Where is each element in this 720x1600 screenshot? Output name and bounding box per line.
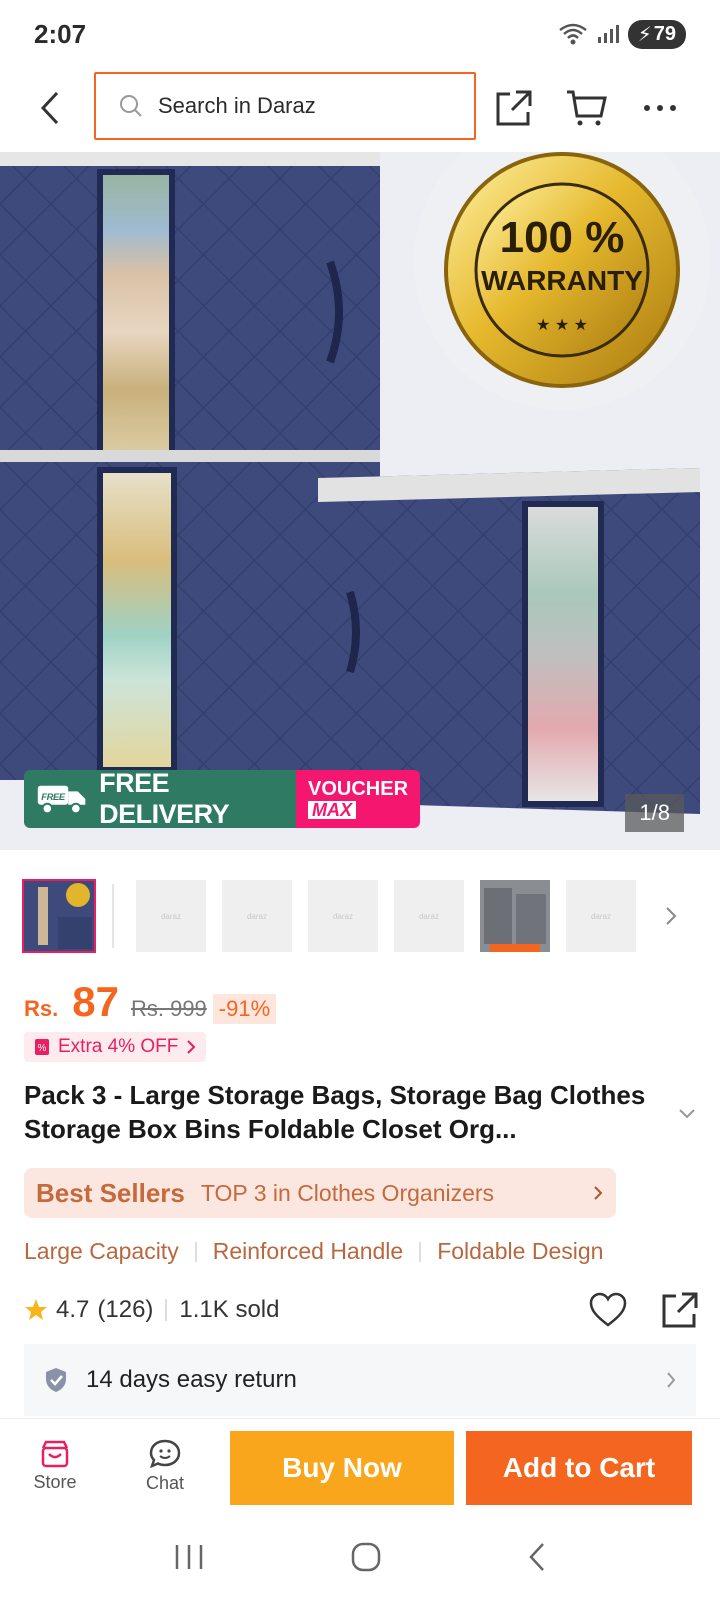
delivery-truck-icon: FREE: [37, 785, 86, 815]
wishlist-heart-icon[interactable]: [588, 1292, 628, 1328]
chevron-down-icon[interactable]: [678, 1108, 696, 1120]
share-icon: [496, 90, 532, 126]
best-sellers-banner[interactable]: Best Sellers TOP 3 in Clothes Organizers: [24, 1168, 616, 1218]
system-nav-bar: [0, 1514, 720, 1600]
share-icon[interactable]: [660, 1290, 700, 1330]
header: Search in Daraz: [0, 68, 720, 148]
feature-tags: Large Capacity Reinforced Handle Foldabl…: [24, 1238, 603, 1265]
extra-offer-badge[interactable]: % Extra 4% OFF: [24, 1032, 207, 1062]
thumbnail-1[interactable]: [22, 879, 96, 953]
shield-check-icon: [46, 1368, 66, 1392]
feature-tag: Reinforced Handle: [212, 1238, 404, 1264]
add-to-cart-button[interactable]: Add to Cart: [466, 1431, 692, 1505]
chat-icon: [149, 1439, 181, 1469]
thumbnail-6[interactable]: [480, 880, 550, 952]
chat-label: Chat: [145, 1473, 185, 1493]
chat-button[interactable]: Chat: [110, 1439, 220, 1494]
search-placeholder: Search in Daraz: [158, 93, 316, 118]
home-icon[interactable]: [350, 1541, 382, 1573]
free-delivery-text: FREE DELIVERY: [99, 770, 230, 828]
feature-tag: Foldable Design: [437, 1238, 604, 1264]
current-price: 87: [72, 978, 119, 1025]
free-delivery-badge: FREE FREE DELIVERY VOUCHER MAX: [24, 770, 420, 828]
cart-button[interactable]: [562, 84, 610, 132]
chevron-right-icon: [594, 1186, 603, 1200]
voucher-text: VOUCHER: [308, 778, 409, 800]
svg-text:★ ★ ★: ★ ★ ★: [536, 317, 588, 334]
thumbnail-strip: daraz daraz daraz daraz daraz: [22, 878, 702, 954]
more-options-button[interactable]: [636, 84, 684, 132]
price-row: Rs. 87 Rs. 999 -91%: [24, 978, 277, 1026]
chevron-right-icon[interactable]: [664, 905, 678, 927]
product-image-carousel[interactable]: 100 % WARRANTY ★ ★ ★ FREE FREE DELIVERY …: [0, 152, 720, 850]
extra-offer-text: Extra 4% OFF: [58, 1036, 179, 1057]
recent-apps-icon[interactable]: [172, 1542, 206, 1572]
thumbnail-3[interactable]: daraz: [222, 880, 292, 952]
star-icon: [25, 1299, 47, 1320]
feature-tag: Large Capacity: [24, 1238, 179, 1264]
rating-row: 4.7 (126) 1.1K sold: [24, 1290, 704, 1330]
currency-label: Rs.: [24, 996, 59, 1021]
thumbnail-image: [480, 880, 550, 952]
rating-count[interactable]: (126): [97, 1296, 153, 1324]
bottom-action-bar: Store Chat Buy Now Add to Cart: [0, 1418, 720, 1514]
share-button[interactable]: [490, 84, 538, 132]
seal-text-1: 100 %: [500, 213, 625, 262]
status-icons: ⚡ 79: [558, 19, 686, 49]
store-button[interactable]: Store: [0, 1440, 110, 1493]
product-title: Pack 3 - Large Storage Bags, Storage Bag…: [24, 1080, 646, 1144]
original-price: Rs. 999: [130, 996, 207, 1021]
discount-badge: -91%: [212, 994, 277, 1024]
return-policy-row[interactable]: 14 days easy return: [24, 1344, 696, 1416]
thumbnail-7[interactable]: daraz: [566, 880, 636, 952]
search-icon: [120, 95, 142, 117]
battery-indicator: ⚡ 79: [627, 19, 686, 49]
store-label: Store: [33, 1472, 77, 1492]
cart-icon: [567, 90, 607, 126]
svg-text:%: %: [38, 1043, 47, 1054]
thumbnail-2[interactable]: daraz: [136, 880, 206, 952]
return-policy-text: 14 days easy return: [86, 1366, 297, 1393]
chevron-right-icon: [667, 1372, 676, 1388]
charging-icon: ⚡: [637, 23, 652, 46]
back-nav-icon[interactable]: [526, 1541, 548, 1573]
back-arrow-icon: [40, 91, 59, 125]
thumbnail-4[interactable]: daraz: [308, 880, 378, 952]
thumbnail-image: [24, 881, 94, 951]
thumbnail-5[interactable]: daraz: [394, 880, 464, 952]
sold-count: 1.1K sold: [179, 1296, 280, 1323]
voucher-max-text: MAX: [308, 801, 356, 819]
search-input[interactable]: Search in Daraz: [94, 72, 476, 140]
buy-now-button[interactable]: Buy Now: [230, 1431, 454, 1505]
image-page-indicator: 1/8: [625, 794, 684, 832]
signal-icon: [597, 25, 619, 43]
voucher-icon: %: [35, 1039, 49, 1055]
status-bar: 2:07 ⚡ 79: [0, 0, 720, 68]
free-tag: FREE: [41, 792, 66, 803]
chevron-right-icon: [187, 1040, 196, 1054]
wifi-icon: [558, 23, 587, 45]
seal-text-2: WARRANTY: [481, 265, 643, 296]
more-icon: [644, 105, 676, 111]
best-sellers-rank: TOP 3 in Clothes Organizers: [200, 1179, 495, 1206]
best-sellers-label: Best Sellers: [36, 1177, 185, 1208]
back-button[interactable]: [28, 86, 72, 130]
status-time: 2:07: [34, 18, 87, 49]
store-icon: [41, 1440, 69, 1468]
rating-score[interactable]: 4.7: [56, 1296, 89, 1324]
product-image: 100 % WARRANTY ★ ★ ★: [0, 152, 710, 814]
